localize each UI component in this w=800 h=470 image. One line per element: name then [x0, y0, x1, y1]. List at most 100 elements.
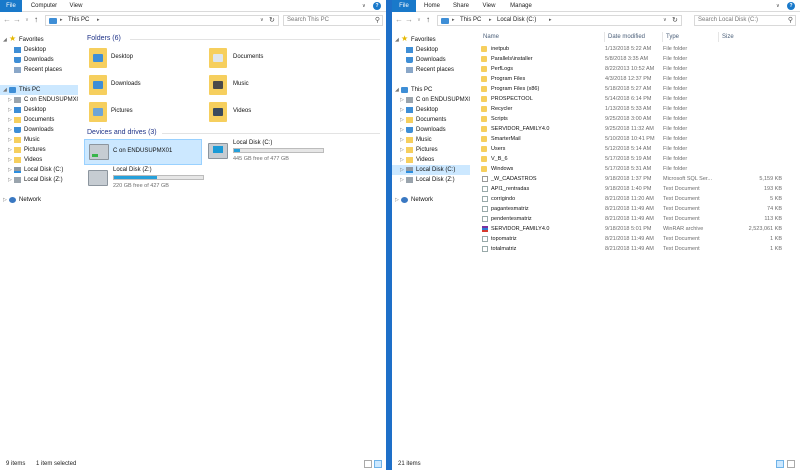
file-row[interactable]: topomatriz 8/21/2018 11:49 AM Text Documen… [472, 234, 800, 244]
nav-documents[interactable]: ▷ Documents [0, 115, 78, 125]
nav-network-drive[interactable]: ▷ C on ENDUSUPMX0 [0, 95, 78, 105]
folder-tile-downloads[interactable]: Downloads [85, 73, 195, 99]
tab-computer[interactable]: Computer [26, 0, 62, 12]
search-icon[interactable]: ⚲ [375, 16, 380, 25]
nav-fav-downloads[interactable]: Downloads [392, 55, 470, 65]
file-row[interactable]: SERVIDOR_FAMILY4.0 9/25/2018 11:32 AM File… [472, 124, 800, 134]
folders-section-header[interactable]: Folders (6) [87, 35, 121, 42]
file-row[interactable]: PerfLogs 8/22/2013 10:52 AM File folder [472, 64, 800, 74]
expand-icon[interactable]: ▷ [8, 95, 12, 105]
tab-home[interactable]: Home [420, 0, 444, 12]
breadcrumb-local-disk-c[interactable]: Local Disk (C:) [497, 16, 536, 25]
tab-view[interactable]: View [64, 0, 88, 12]
nav-local-disk-c[interactable]: ▷ Local Disk (C:) [0, 165, 78, 175]
nav-downloads[interactable]: ▷ Downloads [0, 125, 78, 135]
file-row[interactable]: corrigindo 8/21/2018 11:20 AM Text Documen… [472, 194, 800, 204]
chevron-right-icon[interactable]: ▸ [97, 16, 100, 25]
address-dropdown-icon[interactable]: ∨ [260, 16, 264, 25]
address-dropdown-icon[interactable]: ∨ [663, 16, 667, 25]
expand-icon[interactable]: ▷ [8, 145, 12, 155]
folder-tile-documents[interactable]: Documents [205, 46, 315, 72]
expand-icon[interactable]: ▷ [400, 95, 404, 105]
expand-icon[interactable]: ▷ [8, 125, 12, 135]
forward-icon[interactable]: → [12, 15, 22, 25]
nav-network[interactable]: ▷ Network [392, 195, 470, 205]
expand-icon[interactable]: ▷ [400, 125, 404, 135]
expand-icon[interactable]: ▷ [3, 195, 7, 205]
file-row[interactable]: pagantesmatriz 8/21/2018 11:49 AM Text Doc… [472, 204, 800, 214]
folder-tile-music[interactable]: Music [205, 73, 315, 99]
nav-fav-recent-places[interactable]: Recent places [392, 65, 470, 75]
nav-favorites[interactable]: ◢ ★ Favorites [392, 35, 470, 45]
nav-fav-recent-places[interactable]: Recent places [0, 65, 78, 75]
refresh-icon[interactable]: ↻ [269, 16, 275, 25]
expand-icon[interactable]: ▷ [400, 145, 404, 155]
nav-music[interactable]: ▷ Music [0, 135, 78, 145]
chevron-right-icon[interactable]: ▸ [489, 16, 492, 25]
file-row[interactable]: Program Files (x86) 5/18/2018 5:27 AM File… [472, 84, 800, 94]
folder-tile-videos[interactable]: Videos [205, 100, 315, 126]
search-input[interactable]: Search This PC ⚲ [283, 15, 383, 26]
tab-file[interactable]: File [0, 0, 22, 12]
ribbon-expand-icon[interactable]: ∨ [362, 3, 366, 9]
nav-downloads[interactable]: ▷ Downloads [392, 125, 470, 135]
nav-network[interactable]: ▷ Network [0, 195, 78, 205]
address-bar[interactable]: ▸ This PC ▸ Local Disk (C:) ▸ ∨ ↻ [437, 15, 682, 26]
nav-fav-desktop[interactable]: Desktop [0, 45, 78, 55]
nav-documents[interactable]: ▷ Documents [392, 115, 470, 125]
devices-section-header[interactable]: Devices and drives (3) [87, 129, 157, 136]
nav-local-disk-c[interactable]: ▷ Local Disk (C:) [392, 165, 470, 175]
drive-tile-network-c[interactable]: C on ENDUSUPMX01 [84, 139, 202, 165]
help-icon[interactable]: ? [787, 2, 795, 10]
file-row[interactable]: V_B_6 5/17/2018 5:19 AM File folder [472, 154, 800, 164]
file-row[interactable]: Users 5/12/2018 5:14 AM File folder [472, 144, 800, 154]
column-header-name[interactable]: Name [480, 32, 604, 42]
nav-this-pc[interactable]: ◢ This PC [0, 85, 78, 95]
file-row[interactable]: totalmatriz 8/21/2018 11:49 AM Text Docume… [472, 244, 800, 254]
nav-this-pc[interactable]: ◢ This PC [392, 85, 470, 95]
details-view-button[interactable] [776, 460, 784, 468]
file-row[interactable]: SmarterMail 5/10/2018 10:41 PM File folder [472, 134, 800, 144]
back-icon[interactable]: ← [394, 15, 404, 25]
refresh-icon[interactable]: ↻ [672, 16, 678, 25]
chevron-right-icon[interactable]: ▸ [60, 16, 63, 25]
up-icon[interactable]: ↑ [423, 15, 433, 25]
column-header-type[interactable]: Type [662, 32, 718, 42]
nav-music[interactable]: ▷ Music [392, 135, 470, 145]
forward-icon[interactable]: → [404, 15, 414, 25]
column-header-date[interactable]: Date modified [604, 32, 662, 42]
file-row[interactable]: Program Files 4/3/2018 12:37 PM File folde… [472, 74, 800, 84]
nav-favorites[interactable]: ◢ ★ Favorites [0, 35, 78, 45]
large-icons-view-button[interactable] [787, 460, 795, 468]
drive-tile-local-c[interactable]: Local Disk (C:) 445 GB free of 477 GB [204, 139, 326, 165]
tab-manage[interactable]: Manage [504, 0, 538, 12]
nav-desktop[interactable]: ▷ Desktop [0, 105, 78, 115]
nav-local-disk-z[interactable]: ▷ Local Disk (Z:) [0, 175, 78, 185]
expand-icon[interactable]: ▷ [8, 135, 12, 145]
folder-tile-desktop[interactable]: Desktop [85, 46, 195, 72]
folder-tile-pictures[interactable]: Pictures [85, 100, 195, 126]
tab-view[interactable]: View [477, 0, 501, 12]
up-icon[interactable]: ↑ [31, 15, 41, 25]
search-icon[interactable]: ⚲ [788, 16, 793, 25]
expand-icon[interactable]: ▷ [8, 175, 12, 185]
search-input[interactable]: Search Local Disk (C:) ⚲ [694, 15, 796, 26]
breadcrumb-this-pc[interactable]: This PC [460, 16, 481, 25]
expand-icon[interactable]: ▷ [400, 135, 404, 145]
file-row[interactable]: API1_rentradas 9/18/2018 1:40 PM Text Docu… [472, 184, 800, 194]
expand-icon[interactable]: ▷ [8, 165, 12, 175]
file-row[interactable]: Recycler 1/13/2018 5:33 AM File folder [472, 104, 800, 114]
file-row[interactable]: Scripts 9/25/2018 3:00 AM File folder [472, 114, 800, 124]
nav-videos[interactable]: ▷ Videos [392, 155, 470, 165]
expand-icon[interactable]: ▷ [400, 115, 404, 125]
chevron-right-icon[interactable]: ▸ [549, 16, 552, 25]
details-view-button[interactable] [364, 460, 372, 468]
file-row[interactable]: Windows 5/17/2018 5:31 AM File folder [472, 164, 800, 174]
file-row[interactable]: _W_CADASTROS 9/18/2018 1:37 PM Microsoft S… [472, 174, 800, 184]
nav-desktop[interactable]: ▷ Desktop [392, 105, 470, 115]
nav-fav-downloads[interactable]: Downloads [0, 55, 78, 65]
expand-icon[interactable]: ▷ [400, 105, 404, 115]
drive-tile-local-z[interactable]: Local Disk (Z:) 220 GB free of 427 GB [84, 166, 206, 192]
file-row[interactable]: inetpub 1/13/2018 5:22 AM File folder [472, 44, 800, 54]
nav-videos[interactable]: ▷ Videos [0, 155, 78, 165]
